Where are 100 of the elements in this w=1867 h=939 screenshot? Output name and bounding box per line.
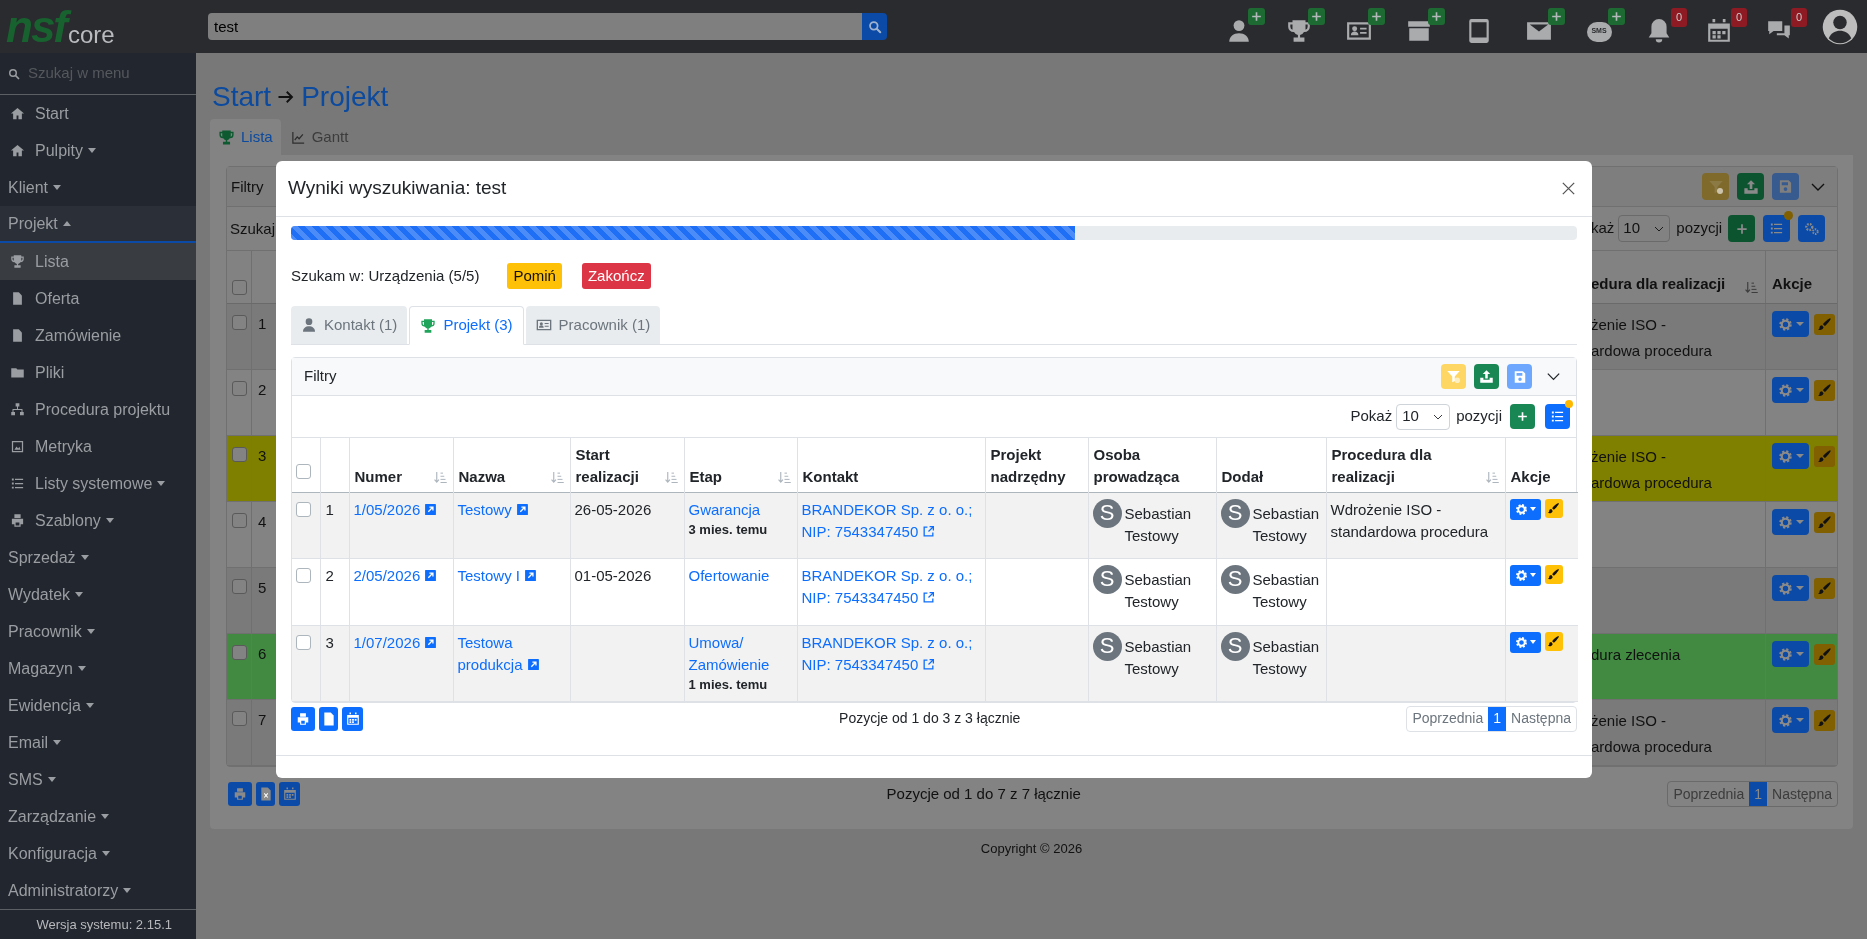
- menu-item[interactable]: Pulpity: [0, 132, 196, 169]
- tab[interactable]: Gantt: [280, 119, 359, 155]
- menu-item[interactable]: Magazyn: [0, 650, 196, 687]
- pagination-button[interactable]: Następna: [1767, 782, 1837, 806]
- actions-dropdown-button[interactable]: [1509, 631, 1541, 653]
- upload-button[interactable]: [1474, 364, 1499, 389]
- actions-dropdown-button[interactable]: [1772, 707, 1809, 733]
- checkbox[interactable]: [232, 645, 247, 660]
- search-field[interactable]: test: [208, 13, 862, 40]
- edit-button[interactable]: [1544, 631, 1563, 651]
- pagination-button[interactable]: Następna: [1506, 706, 1576, 731]
- checkbox[interactable]: [232, 513, 247, 528]
- user-avatar-icon[interactable]: [1822, 8, 1858, 45]
- link[interactable]: Testowy I: [457, 564, 538, 587]
- save-button[interactable]: [1507, 364, 1532, 389]
- column-header[interactable]: Nazwa: [458, 465, 506, 488]
- actions-dropdown-button[interactable]: [1509, 498, 1541, 520]
- checkbox[interactable]: [232, 280, 247, 295]
- actions-dropdown-button[interactable]: [1509, 564, 1541, 586]
- menu-item[interactable]: Administratorzy: [0, 872, 196, 909]
- calendar-button[interactable]: [279, 782, 300, 806]
- person-icon[interactable]: [1226, 17, 1252, 44]
- export-button[interactable]: [256, 782, 275, 806]
- menu-item[interactable]: Szablony: [0, 502, 196, 539]
- link[interactable]: BRANDEKOR Sp. z o. o.; NIP: 7543347450: [801, 564, 981, 609]
- menu-item[interactable]: Klient: [0, 169, 196, 206]
- pagination-button[interactable]: 1: [1488, 706, 1507, 731]
- clear-filters-button[interactable]: [1702, 173, 1729, 200]
- export-button[interactable]: [319, 706, 338, 731]
- menu-item[interactable]: Email: [0, 724, 196, 761]
- checkbox[interactable]: [232, 447, 247, 462]
- menu-item[interactable]: Start: [0, 95, 196, 132]
- upload-button[interactable]: [1737, 173, 1764, 200]
- checkbox[interactable]: [296, 464, 311, 479]
- tab[interactable]: Pracownik (1): [525, 306, 661, 344]
- skip-button[interactable]: Pomiń: [507, 263, 562, 289]
- link[interactable]: BRANDEKOR Sp. z o. o.; NIP: 7543347450: [801, 498, 981, 543]
- menu-item[interactable]: Zarządzanie: [0, 798, 196, 835]
- menu-item[interactable]: Zamówienie: [0, 317, 196, 354]
- column-header[interactable]: Procedura dla realizacji: [1331, 443, 1485, 488]
- menu-item[interactable]: Procedura projektu: [0, 391, 196, 428]
- bell-icon[interactable]: [1646, 17, 1672, 44]
- print-button[interactable]: [291, 706, 315, 731]
- column-header[interactable]: Akcje: [1772, 272, 1813, 295]
- edit-button[interactable]: [1544, 564, 1563, 584]
- column-header[interactable]: edura dla realizacji: [1591, 272, 1726, 295]
- tab[interactable]: Projekt (3): [409, 306, 524, 345]
- menu-item[interactable]: Wydatek: [0, 576, 196, 613]
- link[interactable]: Testowy: [457, 498, 529, 521]
- actions-dropdown-button[interactable]: [1772, 641, 1809, 667]
- actions-dropdown-button[interactable]: [1772, 509, 1809, 535]
- add-button[interactable]: [1510, 404, 1535, 429]
- checkbox[interactable]: [232, 579, 247, 594]
- checkbox[interactable]: [232, 315, 247, 330]
- column-header[interactable]: Numer: [354, 465, 402, 488]
- menu-item[interactable]: Ewidencja: [0, 687, 196, 724]
- calendar-button[interactable]: [342, 706, 363, 731]
- actions-dropdown-button[interactable]: [1772, 311, 1809, 337]
- add-button[interactable]: [1728, 215, 1756, 242]
- actions-dropdown-button[interactable]: [1772, 443, 1809, 469]
- stage-link[interactable]: Ofertowanie: [688, 564, 793, 587]
- actions-dropdown-button[interactable]: [1772, 575, 1809, 601]
- link[interactable]: BRANDEKOR Sp. z o. o.; NIP: 7543347450: [801, 631, 981, 676]
- checkbox[interactable]: [296, 501, 311, 517]
- checkbox[interactable]: [232, 381, 247, 396]
- menu-item[interactable]: Oferta: [0, 280, 196, 317]
- tablet-icon[interactable]: [1466, 17, 1492, 44]
- menu-item[interactable]: Metryka: [0, 428, 196, 465]
- search-button[interactable]: [862, 13, 887, 40]
- menu-item[interactable]: SMS: [0, 761, 196, 798]
- page-size-select[interactable]: 10: [1618, 215, 1671, 242]
- page-size-select[interactable]: 10: [1396, 403, 1451, 430]
- menu-item[interactable]: Pliki: [0, 354, 196, 391]
- link[interactable]: 1/05/2026: [353, 498, 438, 521]
- settings-button[interactable]: [1798, 215, 1826, 242]
- menu-item[interactable]: Listy systemowe: [0, 465, 196, 502]
- menu-item[interactable]: Projekt: [0, 206, 196, 243]
- calendar-icon[interactable]: [1706, 17, 1732, 44]
- menu-item[interactable]: Sprzedaż: [0, 539, 196, 576]
- column-header[interactable]: Start realizacji: [575, 443, 664, 488]
- actions-dropdown-button[interactable]: [1772, 377, 1809, 403]
- column-header[interactable]: Etap: [689, 465, 722, 488]
- finish-button[interactable]: Zakończ: [581, 263, 651, 289]
- tab[interactable]: Kontakt (1): [291, 306, 408, 344]
- link[interactable]: 2/05/2026: [353, 564, 438, 587]
- menu-item[interactable]: Lista: [0, 243, 196, 280]
- stage-link[interactable]: Gwarancja: [688, 498, 793, 521]
- checkbox[interactable]: [296, 567, 311, 583]
- checkbox[interactable]: [296, 634, 311, 650]
- trophy-icon[interactable]: [1286, 17, 1312, 44]
- checkbox[interactable]: [232, 711, 247, 726]
- menu-item[interactable]: Konfiguracja: [0, 835, 196, 872]
- menu-item[interactable]: Pracownik: [0, 613, 196, 650]
- pagination-button[interactable]: Poprzednia: [1407, 706, 1489, 731]
- stage-link[interactable]: Umowa/ Zamówienie: [688, 631, 793, 676]
- link[interactable]: Testowa produkcja: [457, 631, 566, 676]
- edit-button[interactable]: [1544, 498, 1563, 518]
- pagination-button[interactable]: Poprzednia: [1668, 782, 1750, 806]
- print-button[interactable]: [228, 782, 252, 806]
- link[interactable]: 1/07/2026: [353, 631, 438, 654]
